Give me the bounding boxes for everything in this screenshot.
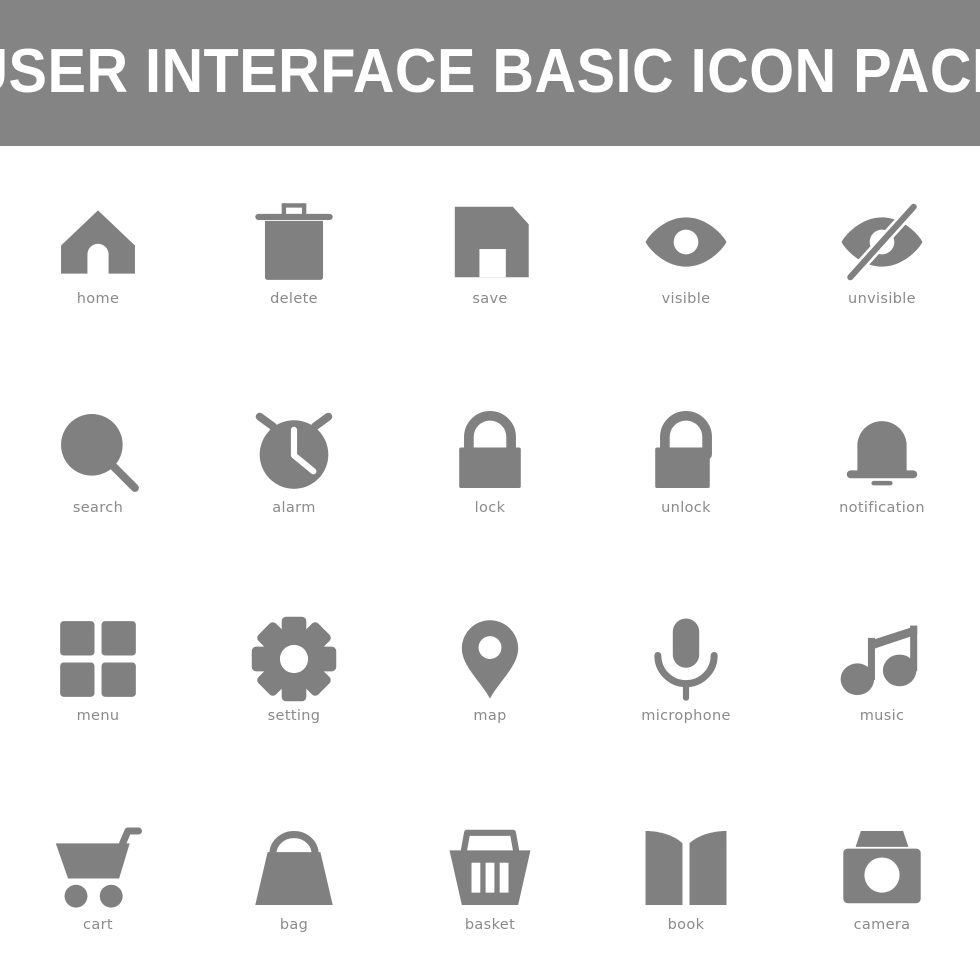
camera-icon[interactable] <box>838 824 926 912</box>
icon-cell-unvisible[interactable]: unvisible <box>784 146 980 355</box>
icon-cell-lock[interactable]: lock <box>392 355 588 564</box>
icon-cell-basket[interactable]: basket <box>392 772 588 980</box>
icon-cell-microphone[interactable]: microphone <box>588 563 784 772</box>
open-book-icon[interactable] <box>642 824 730 912</box>
padlock-closed-icon[interactable] <box>446 407 534 495</box>
icon-cell-bag[interactable]: bag <box>196 772 392 980</box>
icon-label: basket <box>464 916 516 933</box>
icon-label: save <box>472 291 508 307</box>
icon-label: microphone <box>641 708 731 724</box>
icon-pack-page: USER INTERFACE BASIC ICON PACK home dele… <box>0 0 980 980</box>
microphone-icon[interactable] <box>642 615 730 703</box>
icon-cell-menu[interactable]: menu <box>0 563 196 772</box>
icon-cell-alarm[interactable]: alarm <box>196 355 392 564</box>
eye-slash-icon[interactable] <box>838 198 926 286</box>
icon-cell-save[interactable]: save <box>392 146 588 355</box>
icon-label: unvisible <box>848 291 916 307</box>
icon-cell-unlock[interactable]: unlock <box>588 355 784 564</box>
header-banner: USER INTERFACE BASIC ICON PACK <box>0 0 980 146</box>
gear-icon[interactable] <box>250 615 338 703</box>
home-icon[interactable] <box>54 198 142 286</box>
icon-label: camera <box>853 916 911 933</box>
magnifier-icon[interactable] <box>54 407 142 495</box>
icon-cell-notification[interactable]: notification <box>784 355 980 564</box>
icon-label: bag <box>279 916 309 933</box>
shopping-cart-icon[interactable] <box>54 824 143 912</box>
icon-cell-setting[interactable]: setting <box>196 563 392 772</box>
icon-cell-map[interactable]: map <box>392 563 588 772</box>
shopping-basket-icon[interactable] <box>446 824 534 912</box>
icon-cell-cart[interactable]: cart <box>0 772 196 980</box>
icon-label: book <box>667 916 705 933</box>
map-pin-icon[interactable] <box>446 615 534 703</box>
bell-icon[interactable] <box>838 407 926 495</box>
icon-grid: home delete save visible unvisible searc… <box>0 146 980 980</box>
icon-label: map <box>473 708 507 724</box>
icon-label: music <box>859 708 905 724</box>
icon-label: alarm <box>272 499 316 516</box>
icon-label: cart <box>83 916 113 933</box>
icon-label: setting <box>267 708 321 724</box>
icon-cell-book[interactable]: book <box>588 772 784 980</box>
icon-label: notification <box>839 499 925 516</box>
icon-label: home <box>76 291 120 307</box>
icon-cell-search[interactable]: search <box>0 355 196 564</box>
trash-icon[interactable] <box>250 198 338 286</box>
icon-cell-home[interactable]: home <box>0 146 196 355</box>
eye-icon[interactable] <box>642 198 730 286</box>
padlock-open-icon[interactable] <box>642 407 730 495</box>
icon-cell-delete[interactable]: delete <box>196 146 392 355</box>
music-note-icon[interactable] <box>838 615 926 703</box>
icon-label: lock <box>474 499 506 516</box>
handbag-icon[interactable] <box>250 824 338 912</box>
icon-cell-visible[interactable]: visible <box>588 146 784 355</box>
icon-label: search <box>72 499 124 516</box>
icon-cell-music[interactable]: music <box>784 563 980 772</box>
alarm-clock-icon[interactable] <box>250 407 338 495</box>
page-title: USER INTERFACE BASIC ICON PACK <box>0 37 980 106</box>
icon-label: menu <box>76 708 120 724</box>
icon-label: delete <box>270 291 318 307</box>
icon-label: visible <box>661 291 711 307</box>
icon-label: unlock <box>661 499 711 516</box>
icon-cell-camera[interactable]: camera <box>784 772 980 980</box>
floppy-disk-icon[interactable] <box>446 198 534 286</box>
grid-squares-icon[interactable] <box>54 615 142 703</box>
